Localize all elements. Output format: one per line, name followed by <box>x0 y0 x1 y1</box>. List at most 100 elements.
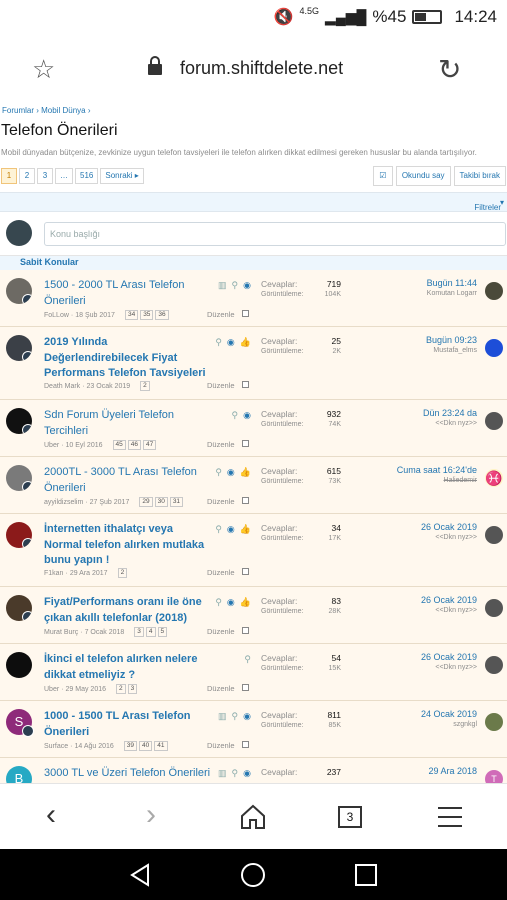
thread-title[interactable]: İkinci el telefon alırken nelere dikkat … <box>44 652 206 683</box>
last-post[interactable]: Bugün 09:23 Mustafa_elms <box>357 335 477 354</box>
thread-title[interactable]: İnternetten ithalatçı veya Normal telefo… <box>44 522 206 569</box>
breadcrumb-mobile[interactable]: Mobil Dünya <box>41 106 85 115</box>
clock: 14:24 <box>454 7 497 26</box>
next-page-button[interactable]: Sonraki ▸ <box>100 168 144 184</box>
lock-icon <box>148 56 162 75</box>
edit-label[interactable]: Düzenle <box>207 741 235 750</box>
last-poster-avatar[interactable] <box>485 282 503 300</box>
thread-row[interactable]: B 3000 TL ve Üzeri Telefon Önerileri ▥ ⚲ ◉… <box>0 758 507 783</box>
thread-meta: Surface · 14 Ağu 2016 39 40 41 <box>44 741 168 751</box>
edit-label[interactable]: Düzenle <box>207 440 235 449</box>
thread-row[interactable]: 1500 - 2000 TL Arası Telefon Önerileri F… <box>0 270 507 327</box>
thread-status-icons: ⚲ ◉ <box>211 410 251 421</box>
last-post[interactable]: 29 Ara 2018 <box>357 766 477 776</box>
last-post[interactable]: 26 Ocak 2019 <<Dkn nyz>> <box>357 595 477 614</box>
thread-meta: Murat Burç · 7 Ocak 2018 345 <box>44 627 168 637</box>
thread-title[interactable]: Sdn Forum Üyeleri Telefon Tercihleri <box>44 408 206 439</box>
checkbox-icon[interactable]: ☑ <box>372 166 393 186</box>
last-poster-avatar[interactable]: ♓ <box>485 469 503 487</box>
thread-row[interactable]: İkinci el telefon alırken nelere dikkat … <box>0 644 507 701</box>
thread-stats: Cevaplar: 719 Görüntüleme: 104K <box>261 279 341 298</box>
thumb-icon: 👍 <box>239 597 251 607</box>
unwatch-button[interactable]: Takibi bırak <box>453 166 506 186</box>
breadcrumb-forums[interactable]: Forumlar <box>2 106 34 115</box>
select-checkbox[interactable] <box>242 381 249 388</box>
last-poster-avatar[interactable] <box>485 656 503 674</box>
select-checkbox[interactable] <box>242 310 249 317</box>
page-ellipsis[interactable]: … <box>55 168 73 184</box>
thread-title[interactable]: 1500 - 2000 TL Arası Telefon Önerileri <box>44 278 206 309</box>
avatar <box>6 408 32 434</box>
network-type: 4.5G <box>299 6 320 16</box>
thread-row[interactable]: 2019 Yılında Değerlendirebilecek Fiyat P… <box>0 327 507 400</box>
battery-percent: %45 <box>372 7 407 26</box>
browser-url-bar: ☆ forum.shiftdelete.net ↻ <box>0 34 507 100</box>
home-icon[interactable] <box>240 804 266 830</box>
reload-icon[interactable]: ↻ <box>438 53 461 86</box>
avatar <box>6 652 32 678</box>
thread-row[interactable]: İnternetten ithalatçı veya Normal telefo… <box>0 514 507 587</box>
system-back-icon[interactable] <box>128 863 152 887</box>
last-post[interactable]: Dün 23:24 da <<Dkn nyz>> <box>357 408 477 427</box>
page-2[interactable]: 2 <box>19 168 35 184</box>
thread-title-input[interactable]: Konu başlığı <box>44 222 506 246</box>
forward-icon[interactable]: › <box>146 798 156 832</box>
last-poster-avatar[interactable] <box>485 412 503 430</box>
pin-icon: ⚲ <box>215 337 222 347</box>
mark-read-button[interactable]: Okundu say <box>395 166 451 186</box>
system-recents-icon[interactable] <box>354 863 378 887</box>
avatar <box>6 220 32 246</box>
filters-dropdown[interactable]: Filtreler ▾ <box>474 198 504 212</box>
edit-label[interactable]: Düzenle <box>207 381 235 390</box>
last-post[interactable]: 24 Ocak 2019 szgnkgl <box>357 709 477 728</box>
last-poster-avatar[interactable] <box>485 339 503 357</box>
thread-row[interactable]: S 1000 - 1500 TL Arası Telefon Önerileri… <box>0 701 507 758</box>
system-home-icon[interactable] <box>240 862 266 888</box>
thread-row[interactable]: 2000TL - 3000 TL Arası Telefon Önerileri… <box>0 457 507 514</box>
breadcrumb: Forumlar › Mobil Dünya › <box>2 106 91 115</box>
thread-meta: Death Mark · 23 Ocak 2019 2 <box>44 381 150 391</box>
page-last[interactable]: 516 <box>75 168 99 184</box>
thread-title[interactable]: 2019 Yılında Değerlendirebilecek Fiyat P… <box>44 335 206 382</box>
url-text[interactable]: forum.shiftdelete.net <box>180 58 343 79</box>
page-3[interactable]: 3 <box>37 168 53 184</box>
thread-title[interactable]: 3000 TL ve Üzeri Telefon Önerileri <box>44 766 224 782</box>
thread-title[interactable]: 1000 - 1500 TL Arası Telefon Önerileri <box>44 709 206 740</box>
thread-status-icons: ⚲ ◉ 👍 <box>211 597 251 608</box>
thread-title[interactable]: 2000TL - 3000 TL Arası Telefon Önerileri <box>44 465 206 496</box>
edit-label[interactable]: Düzenle <box>207 497 235 506</box>
last-post[interactable]: 26 Ocak 2019 <<Dkn nyz>> <box>357 522 477 541</box>
select-checkbox[interactable] <box>242 684 249 691</box>
bookmark-star-icon[interactable]: ☆ <box>32 54 55 85</box>
menu-icon[interactable] <box>438 806 462 828</box>
last-post[interactable]: 26 Ocak 2019 <<Dkn nyz>> <box>357 652 477 671</box>
thread-status-icons: ⚲ ◉ 👍 <box>211 467 251 478</box>
page-1[interactable]: 1 <box>1 168 17 184</box>
select-checkbox[interactable] <box>242 568 249 575</box>
thread-row[interactable]: Fiyat/Performans oranı ile öne çıkan akı… <box>0 587 507 644</box>
last-poster-avatar[interactable]: T <box>485 770 503 783</box>
select-checkbox[interactable] <box>242 497 249 504</box>
last-post[interactable]: Cuma saat 16:24'de Haliedemir <box>357 465 477 484</box>
select-checkbox[interactable] <box>242 440 249 447</box>
edit-label[interactable]: Düzenle <box>207 568 235 577</box>
edit-label[interactable]: Düzenle <box>207 627 235 636</box>
thread-row[interactable]: Sdn Forum Üyeleri Telefon Tercihleri Ube… <box>0 400 507 457</box>
thread-status-icons: ▥ ⚲ ◉ <box>211 711 251 722</box>
sticky-section-header: Sabit Konular <box>0 256 507 270</box>
last-post[interactable]: Bugün 11:44 Komutan Logarr <box>357 278 477 297</box>
filter-bar: Filtreler ▾ <box>0 192 507 212</box>
last-poster-avatar[interactable] <box>485 599 503 617</box>
back-icon[interactable]: ‹ <box>46 798 56 832</box>
last-poster-avatar[interactable] <box>485 526 503 544</box>
thread-stats: Cevaplar: 83 Görüntüleme: 28K <box>261 596 341 615</box>
thread-title[interactable]: Fiyat/Performans oranı ile öne çıkan akı… <box>44 595 206 626</box>
select-checkbox[interactable] <box>242 627 249 634</box>
tabs-icon[interactable]: 3 <box>338 806 362 828</box>
edit-label[interactable]: Düzenle <box>207 684 235 693</box>
edit-label[interactable]: Düzenle <box>207 310 235 319</box>
select-checkbox[interactable] <box>242 741 249 748</box>
thread-meta: FoLLow · 18 Şub 2017 34 35 36 <box>44 310 169 320</box>
last-poster-avatar[interactable] <box>485 713 503 731</box>
thread-stats: Cevaplar: 811 Görüntüleme: 85K <box>261 710 341 729</box>
